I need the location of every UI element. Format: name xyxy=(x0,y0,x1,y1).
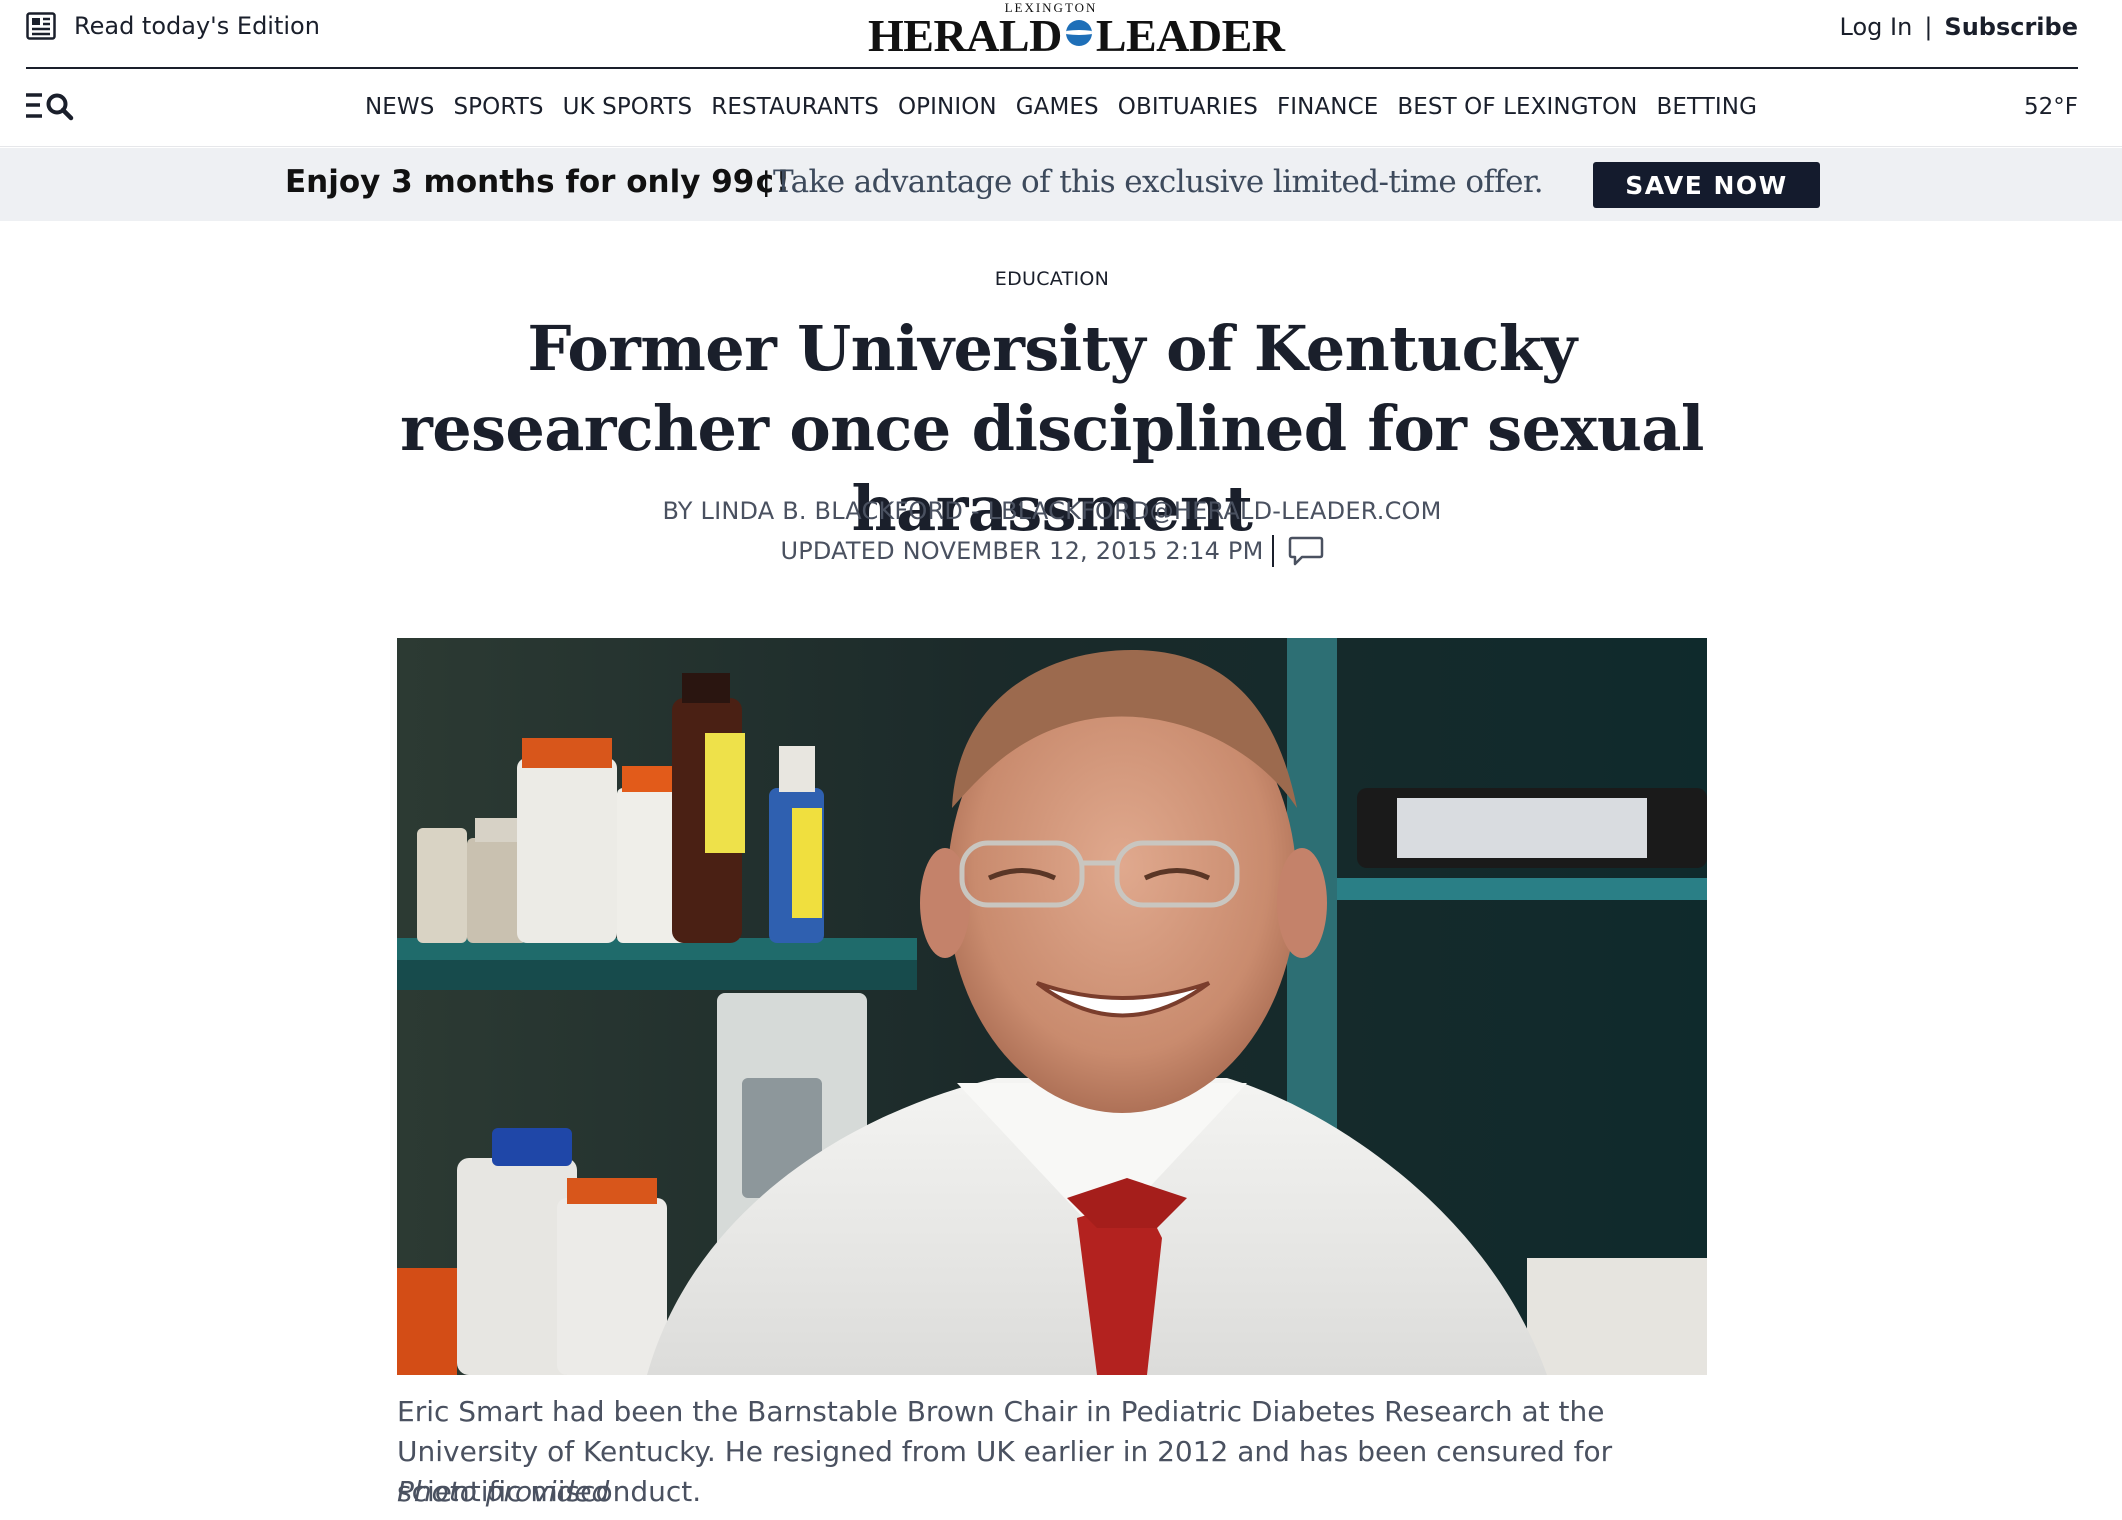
researcher-portrait-image xyxy=(397,638,1707,1375)
edition-label: Read today's Edition xyxy=(74,12,320,40)
promo-headline: Enjoy 3 months for only 99¢! xyxy=(285,164,791,200)
promo-description: Take advantage of this exclusive limited… xyxy=(773,164,1544,200)
nav-item-betting[interactable]: BETTING xyxy=(1656,94,1757,120)
logo-leader: LEADER xyxy=(1095,10,1285,61)
nav-item-uk-sports[interactable]: UK SPORTS xyxy=(563,94,693,120)
photo-credit: Photo provided xyxy=(397,1475,610,1508)
newspaper-icon xyxy=(26,12,56,40)
weather-temperature[interactable]: 52°F xyxy=(2024,94,2078,120)
nav-item-games[interactable]: GAMES xyxy=(1016,94,1099,120)
top-bar: Read today's Edition LEXINGTON HERALD LEA… xyxy=(0,0,2122,69)
nav-item-news[interactable]: NEWS xyxy=(365,94,434,120)
nav-item-best-of-lexington[interactable]: BEST OF LEXINGTON xyxy=(1397,94,1637,120)
save-now-button[interactable]: SAVE NOW xyxy=(1593,162,1820,208)
nav-item-restaurants[interactable]: RESTAURANTS xyxy=(711,94,879,120)
subscribe-link[interactable]: Subscribe xyxy=(1944,13,2078,41)
logo-mark-icon xyxy=(1065,20,1092,46)
site-logo[interactable]: LEXINGTON HERALD LEADER xyxy=(868,0,1285,62)
article-byline: BY LINDA B. BLACKFORD - LBLACKFORD@HERAL… xyxy=(0,497,2104,525)
nav-item-opinion[interactable]: OPINION xyxy=(898,94,997,120)
main-navigation: NEWS SPORTS UK SPORTS RESTAURANTS OPINIO… xyxy=(0,69,2122,147)
account-links: Log In | Subscribe xyxy=(1840,13,2078,41)
article-section-label[interactable]: EDUCATION xyxy=(0,268,2104,290)
logo-herald: HERALD xyxy=(868,10,1062,61)
updated-timestamp: UPDATED NOVEMBER 12, 2015 2:14 PM xyxy=(780,537,1264,565)
nav-items: NEWS SPORTS UK SPORTS RESTAURANTS OPINIO… xyxy=(0,94,2122,120)
subscription-promo-banner: Enjoy 3 months for only 99¢! Take advant… xyxy=(0,148,2122,221)
article-lead-photo[interactable] xyxy=(397,638,1707,1375)
nav-item-obituaries[interactable]: OBITUARIES xyxy=(1118,94,1258,120)
auth-separator: | xyxy=(1924,13,1933,41)
read-todays-edition-link[interactable]: Read today's Edition xyxy=(26,12,320,40)
dateline-divider xyxy=(1271,535,1274,567)
logo-wordmark: HERALD LEADER xyxy=(868,9,1285,62)
nav-item-sports[interactable]: SPORTS xyxy=(453,94,543,120)
login-link[interactable]: Log In xyxy=(1840,13,1913,41)
article-dateline: UPDATED NOVEMBER 12, 2015 2:14 PM xyxy=(0,535,2104,567)
author-link[interactable]: BY LINDA B. BLACKFORD - LBLACKFORD@HERAL… xyxy=(662,497,1441,525)
comment-icon[interactable] xyxy=(1288,535,1324,567)
nav-item-finance[interactable]: FINANCE xyxy=(1277,94,1378,120)
